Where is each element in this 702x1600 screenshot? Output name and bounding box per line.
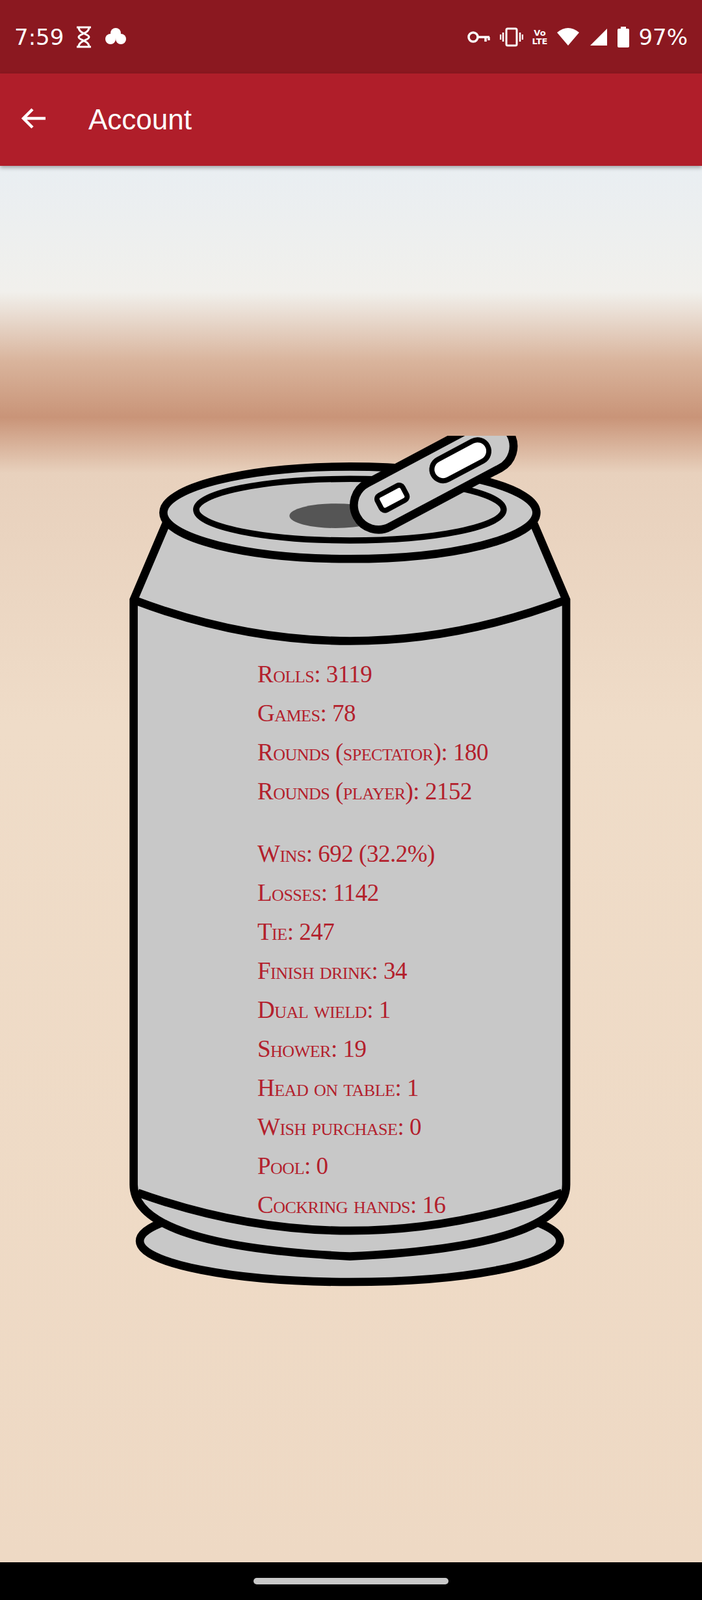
stat-row: Rolls: 3119 <box>257 654 553 694</box>
key-icon <box>467 29 491 45</box>
battery-icon <box>617 26 630 48</box>
wifi-icon <box>556 27 580 47</box>
stat-row: Wins: 692 (32.2%) <box>257 833 553 873</box>
home-handle[interactable] <box>253 1576 449 1584</box>
volte-top: Vo <box>533 28 546 38</box>
stat-row: Rounds (player): 2152 <box>257 771 553 811</box>
stats-group: Wins: 692 (32.2%)Losses: 1142Tie: 247Fin… <box>257 833 553 1224</box>
stats-group: Rolls: 3119Games: 78Rounds (spectator): … <box>257 654 553 811</box>
cloud-icon <box>104 27 128 47</box>
stat-row: Pool: 0 <box>257 1145 553 1185</box>
battery-level: 97% <box>638 24 688 51</box>
clock: 7:59 <box>14 24 64 51</box>
stats-list: Rolls: 3119Games: 78Rounds (spectator): … <box>257 654 553 1224</box>
back-button[interactable] <box>19 104 49 136</box>
stat-row: Finish drink: 34 <box>257 950 553 990</box>
status-bar: 7:59 VoLTE 97% <box>0 0 702 74</box>
can-card: Rolls: 3119Games: 78Rounds (spectator): … <box>125 435 579 1287</box>
status-right: VoLTE 97% <box>467 24 688 51</box>
stat-row: Dual wield: 1 <box>257 989 553 1029</box>
vibrate-icon <box>499 27 524 47</box>
background-photo: Rolls: 3119Games: 78Rounds (spectator): … <box>0 165 702 1562</box>
stat-row: Wish purchase: 0 <box>257 1106 553 1146</box>
stat-row: Shower: 19 <box>257 1028 553 1068</box>
navigation-bar <box>0 1561 702 1599</box>
stat-row: Cockring hands: 16 <box>257 1184 553 1224</box>
hourglass-icon <box>75 26 93 49</box>
screen-title: Account <box>88 103 192 136</box>
stat-row: Tie: 247 <box>257 911 553 951</box>
app-bar: Account <box>0 73 702 166</box>
stat-row: Rounds (spectator): 180 <box>257 732 553 772</box>
stat-row: Games: 78 <box>257 693 553 733</box>
volte-icon: VoLTE <box>532 28 548 46</box>
volte-bottom: LTE <box>532 37 548 46</box>
status-left: 7:59 <box>14 24 128 51</box>
back-arrow-icon <box>19 104 49 133</box>
signal-icon <box>588 27 609 47</box>
stat-row: Losses: 1142 <box>257 872 553 912</box>
stat-row: Head on table: 1 <box>257 1067 553 1107</box>
